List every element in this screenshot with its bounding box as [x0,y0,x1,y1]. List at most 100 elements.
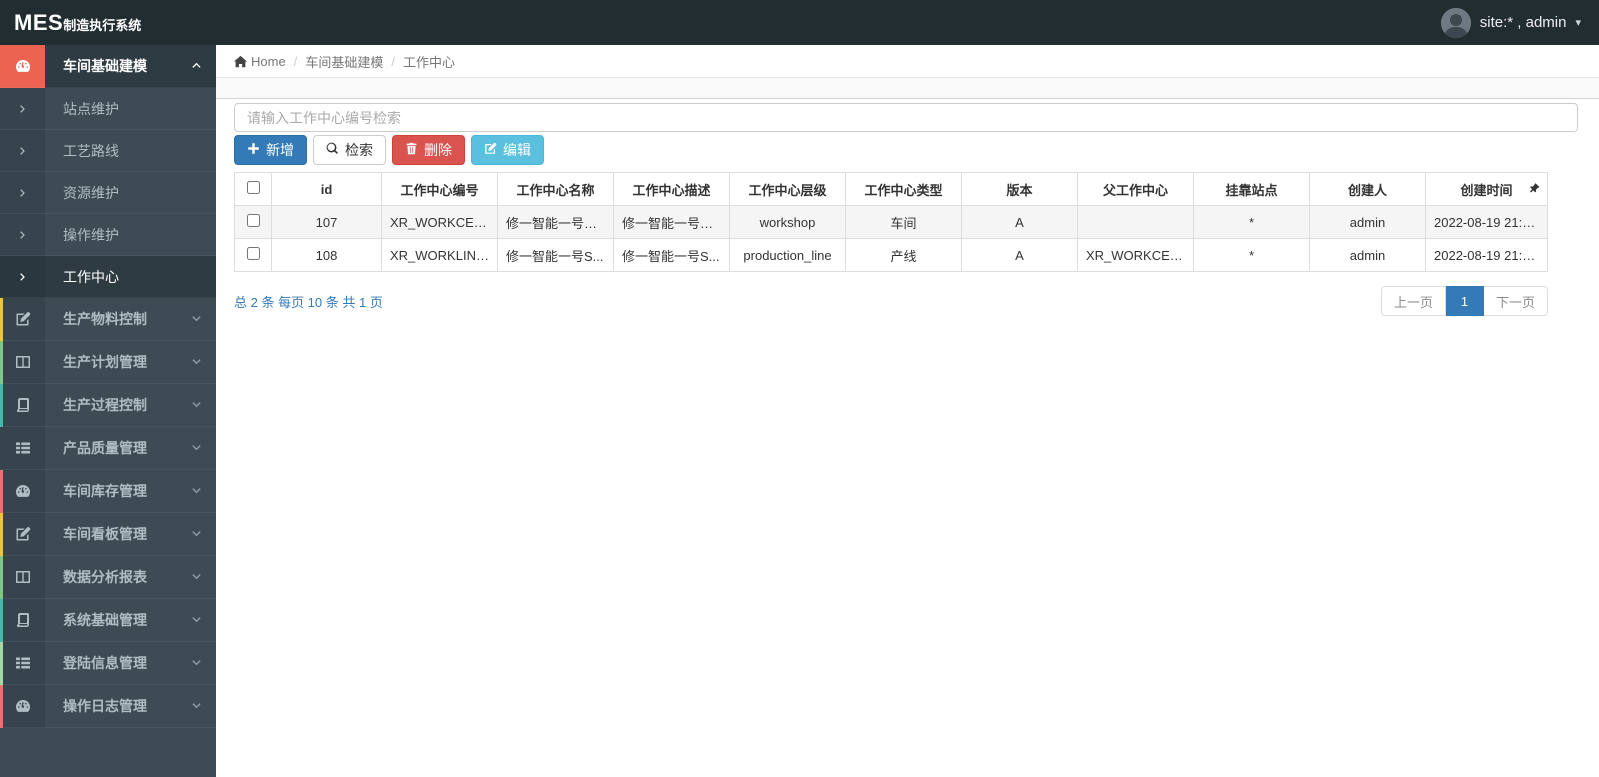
sidebar-item-label: 资源维护 [63,184,119,201]
sidebar-group-生产物料控制[interactable]: 生产物料控制 [0,298,216,341]
select-all-checkbox[interactable] [246,181,260,194]
column-header-挂靠站点: 挂靠站点 [1193,172,1310,206]
user-menu[interactable]: site:* , admin ▾ [1440,7,1599,38]
cell-创建人: admin [1309,238,1426,272]
sidebar-item-工艺路线[interactable]: 工艺路线 [0,130,216,172]
sidebar-group-车间看板管理[interactable]: 车间看板管理 [0,513,216,556]
breadcrumb-item-车间基础建模[interactable]: 车间基础建模 [305,52,383,71]
delete-button[interactable]: 删除 [392,135,465,165]
cell-父工作中心 [1077,205,1194,239]
next-page-button[interactable]: 下一页 [1483,286,1548,316]
cell-挂靠站点: * [1193,238,1310,272]
sidebar-group-数据分析报表[interactable]: 数据分析报表 [0,556,216,599]
sidebar-item-站点维护[interactable]: 站点维护 [0,88,216,130]
list-icon [0,427,45,470]
sidebar-group-车间库存管理[interactable]: 车间库存管理 [0,470,216,513]
breadcrumb-item-Home[interactable]: Home [234,53,286,69]
sidebar-item-label: 工艺路线 [63,142,119,159]
main-area: Home / 车间基础建模 / 工作中心 新增 检索 删除 编辑 id工作中心编号工作中心名称… [216,0,1599,316]
sidebar-item-label: 站点维护 [63,100,119,117]
cell-工作中心名称: 修一智能一号车间 [497,205,614,239]
sidebar-group-产品质量管理[interactable]: 产品质量管理 [0,427,216,470]
cell-创建时间: 2022-08-19 21:1... [1425,238,1548,272]
breadcrumb-separator: / [293,53,298,69]
sidebar-group-登陆信息管理[interactable]: 登陆信息管理 [0,642,216,685]
sidebar-item-操作维护[interactable]: 操作维护 [0,214,216,256]
sidebar-group-系统基础管理[interactable]: 系统基础管理 [0,599,216,642]
app-logo: MES 制造执行系统 [0,10,216,36]
sidebar-group-操作日志管理[interactable]: 操作日志管理 [0,685,216,728]
tachometer-icon [0,470,45,513]
sidebar-group-active[interactable]: 车间基础建模 [0,45,216,88]
sidebar-group-label: 登陆信息管理 [63,655,147,671]
sidebar-group-label: 生产计划管理 [63,354,147,370]
group-color-stripe [0,513,3,556]
column-header-创建人: 创建人 [1309,172,1426,206]
cell-id: 108 [271,238,382,272]
chevron-right-icon [0,88,45,130]
user-avatar [1440,7,1471,38]
cell-创建时间: 2022-08-19 21:1... [1425,205,1548,239]
sidebar-groups: 生产物料控制生产计划管理 生产过程控制 产品质量管理 车间库存管理车间看板管理数据分析… [0,298,216,728]
cell-挂靠站点: * [1193,205,1310,239]
toolbar: 新增 检索 删除 编辑 [234,135,1578,165]
breadcrumb-item-工作中心: 工作中心 [402,54,455,70]
breadcrumb: Home / 车间基础建模 / 工作中心 [216,45,1599,78]
add-button[interactable]: 新增 [234,135,307,165]
chevron-right-icon [0,130,45,172]
sidebar-group-label: 车间库存管理 [63,483,147,499]
page-1-button[interactable]: 1 [1445,286,1484,316]
sidebar-group-label: 数据分析报表 [63,569,147,585]
cell-工作中心编号: XR_WORKCEN... [381,205,498,239]
cell-创建人: admin [1309,205,1426,239]
logo-mes-text: MES [14,9,64,35]
sidebar-group-生产过程控制[interactable]: 生产过程控制 [0,384,216,427]
chevron-down-icon [191,698,202,714]
sidebar-group-生产计划管理[interactable]: 生产计划管理 [0,341,216,384]
prev-page-button[interactable]: 上一页 [1380,286,1446,316]
sidebar-nav: 车间基础建模 站点维护工艺路线资源维护操作维护工作中心 生产物料控制生产计划管理… [0,45,216,777]
sidebar-item-资源维护[interactable]: 资源维护 [0,172,216,214]
content-panel: 新增 检索 删除 编辑 id工作中心编号工作中心名称工作中心描述工作中心层级工作中心类… [216,99,1599,316]
edit-icon [484,142,497,158]
chevron-down-icon [191,569,202,585]
chevron-right-icon [0,256,45,298]
chevron-down-icon [191,483,202,499]
search-input[interactable] [234,103,1578,132]
work-center-table: id 工作中心编号 工作中心名称 工作中心描述 工作中心层级 工作中心类型 版本 父工作中心挂… [234,172,1548,272]
sidebar-group-label: 系统基础管理 [63,612,147,628]
sidebar-group-label: 产品质量管理 [63,440,147,456]
column-header-版本: 版本 [961,172,1078,206]
work-center-table-wrap: id 工作中心编号 工作中心名称 工作中心描述 工作中心层级 工作中心类型 版本 父工作中心挂… [234,172,1548,272]
button-label: 新增 [266,142,294,158]
button-label: 编辑 [503,142,531,158]
edit-icon [0,298,45,341]
edit-button[interactable]: 编辑 [471,135,544,165]
chevron-right-icon [0,172,45,214]
table-row[interactable]: 108 XR_WORKLINE... 修一智能一号S... 修一智能一号S... pro… [234,238,1548,272]
sidebar-item-label: 操作维护 [63,226,119,243]
tachometer-icon [0,45,45,88]
column-header-工作中心类型: 工作中心类型 [845,172,962,206]
edit-icon [0,513,45,556]
group-color-stripe [0,685,3,728]
table-row[interactable]: 107 XR_WORKCEN... 修一智能一号车间 修一智能一号车间 workshop… [234,205,1548,239]
top-navbar: MES 制造执行系统 site:* , admin ▾ [0,0,1599,45]
search-button[interactable]: 检索 [313,135,386,165]
sidebar-submenu: 站点维护工艺路线资源维护操作维护工作中心 [0,88,216,298]
pin-icon[interactable] [1529,182,1540,197]
chevron-down-icon [191,397,202,413]
row-select-cell [234,238,272,272]
caret-down-icon: ▾ [1575,17,1581,29]
sidebar-group-label: 生产过程控制 [63,397,147,413]
sidebar-item-工作中心[interactable]: 工作中心 [0,256,216,298]
row-checkbox[interactable] [246,214,260,227]
sidebar-group-label: 车间基础建模 [63,58,147,74]
button-label: 删除 [424,142,452,158]
row-checkbox[interactable] [246,247,260,260]
cell-工作中心描述: 修一智能一号S... [613,238,730,272]
column-header-工作中心描述: 工作中心描述 [613,172,730,206]
group-color-stripe [0,556,3,599]
columns-icon [0,341,45,384]
cell-工作中心类型: 产线 [845,238,962,272]
